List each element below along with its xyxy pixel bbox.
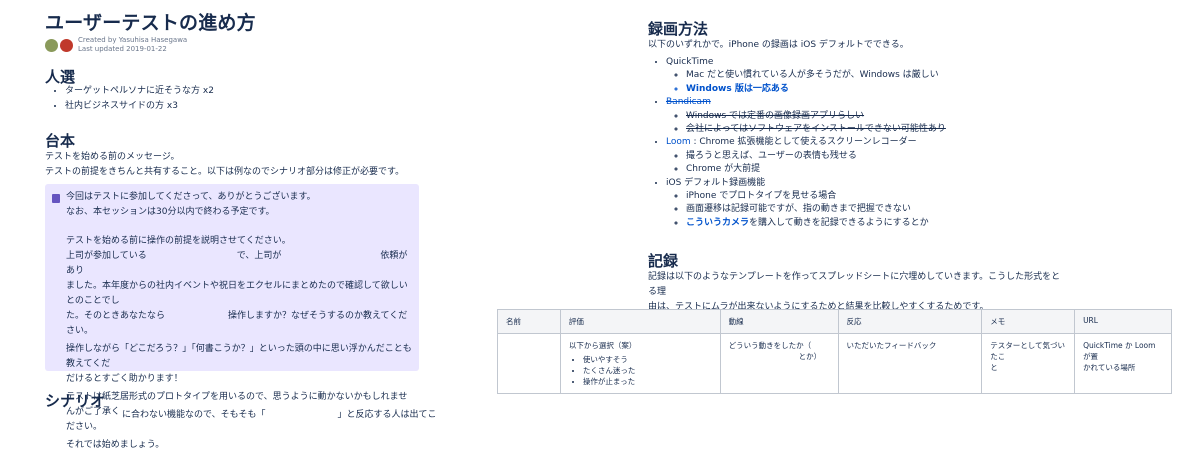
panel-line: なお、本セッションは30分以内で終わる予定です。 [66, 207, 275, 217]
column-header: 反応 [837, 309, 983, 334]
heading-recording: 録画方法 [648, 20, 709, 38]
panel-line: た。そのときあなたなら 操作しますか？なぜそうするのか教えてください。 [66, 311, 408, 336]
link-camera[interactable]: こういうカメラ [686, 218, 749, 228]
list-item: iOS デフォルト録画機能 iPhone でプロトタイプを見せる場合 画面遷移は… [666, 177, 1148, 231]
panel-line: ました。本年度からの社内イベントや祝日をエクセルにまとめたので確認して欲しいとの… [66, 281, 408, 306]
last-updated: Last updated 2019-01-22 [78, 45, 167, 53]
note-icon [52, 194, 60, 203]
list-item: iPhone でプロトタイプを見せる場合 [686, 190, 1148, 203]
column-header: 評価 [559, 309, 721, 334]
recording-intro: 以下のいずれかで。iPhone の録画は iOS デフォルトでできる。 [648, 40, 909, 50]
heading-record: 記録 [648, 252, 679, 270]
text-line: テストの前提をきちんと共有すること。以下は例なのでシナリオ部分は修正が必要です。 [45, 167, 405, 177]
cell-memo: テスターとして気づいたこ と [981, 333, 1076, 394]
rating-option: たくさん迷った [583, 365, 712, 376]
panel-line: 操作しながら「どこだろう？」「何書こうか？」といった頭の中に思い浮かんだことも教… [66, 344, 412, 369]
record-template-table: 名前 評価 動線 反応 メモ URL 以下から選択（案） 使いやすそう たくさん… [497, 309, 1172, 394]
column-header: 名前 [497, 309, 561, 334]
text-line: 記録は以下のようなテンプレートを作ってスプレッドシートに穴埋めしていきます。こう… [648, 272, 1061, 297]
link-bandicam[interactable]: Bandicam [666, 97, 711, 107]
list-item: ターゲットペルソナに近そうな方 x2 [65, 84, 214, 99]
list-item: QuickTime Mac だと使い慣れている人が多そうだが、Windows は… [666, 56, 1148, 96]
panel-line: それでは始めましょう。 [66, 440, 165, 450]
panel-line: 今回はテストに参加してくださって、ありがとうございます。 [66, 192, 316, 202]
avatar[interactable] [45, 38, 58, 52]
list-item: Bandicam Windows では定番の画像録画アプリらしい 会社によっては… [666, 96, 1148, 136]
panel-line: テストを始める前に操作の前提を説明させてください。 [66, 236, 291, 246]
selection-list: ターゲットペルソナに近そうな方 x2 社内ビジネスサイドの方 x3 [45, 84, 214, 114]
text-line: テストを始める前のメッセージ。 [45, 152, 180, 162]
list-item: Windows では定番の画像録画アプリらしい [686, 110, 1148, 123]
rating-option: 使いやすそう [583, 354, 712, 365]
link-loom[interactable]: Loom [666, 137, 691, 147]
column-header: 動線 [719, 309, 839, 334]
list-item: 会社によってはソフトウェアをインストールできない可能性あり [686, 123, 1148, 136]
note-panel: 今回はテストに参加してくださって、ありがとうございます。 なお、本セッションは3… [45, 184, 419, 450]
cell-flow: どういう動きをしたか（ とか） [719, 333, 839, 394]
list-item: Chrome が大前提 [686, 163, 1148, 176]
recording-list: QuickTime Mac だと使い慣れている人が多そうだが、Windows は… [648, 56, 1148, 230]
list-item: Mac だと使い慣れている人が多そうだが、Windows は厳しい [686, 69, 1148, 82]
created-by: Created by Yasuhisa Hasegawa [78, 36, 188, 44]
page-meta: Created by Yasuhisa Hasegawa Last update… [45, 36, 187, 54]
table-row: 以下から選択（案） 使いやすそう たくさん迷った 操作が止まった どういう動きを… [497, 333, 1172, 394]
list-item: 画面遷移は記録可能ですが、指の動きまで把握できない [686, 203, 1148, 216]
avatar[interactable] [60, 38, 73, 52]
column-header: URL [1074, 309, 1172, 334]
heading-scenario: シナリオ [45, 392, 106, 410]
cell-url: QuickTime か Loom が置 かれている場所 [1074, 333, 1172, 394]
script-intro: テストを始める前のメッセージ。 テストの前提をきちんと共有すること。以下は例なの… [45, 150, 425, 180]
link-windows-version[interactable]: Windows 版は一応ある [686, 83, 1148, 96]
list-item: こういうカメラを購入して動きを記録できるようにするとか [686, 217, 1148, 230]
table-header-row: 名前 評価 動線 反応 メモ URL [497, 309, 1172, 334]
panel-line: だけるとすごく助かります！ [66, 374, 183, 384]
list-item: 社内ビジネスサイドの方 x3 [65, 99, 214, 114]
list-item: Loom : Chrome 拡張機能として使えるスクリーンレコーダー 撮ろうと思… [666, 136, 1148, 176]
cell-reaction: いただいたフィードバック [837, 333, 983, 394]
panel-line: 上司が参加している で、上司が 依頼があり [66, 251, 408, 276]
column-header: メモ [981, 309, 1076, 334]
cell-rating: 以下から選択（案） 使いやすそう たくさん迷った 操作が止まった [559, 333, 721, 394]
scenario-text: に合わない機能なので、そもそも「 」と反応する人は出てこ [122, 410, 437, 420]
cell-name [497, 333, 561, 394]
rating-option: 操作が止まった [583, 376, 712, 387]
heading-script: 台本 [45, 132, 76, 150]
list-item: 撮ろうと思えば、ユーザーの表情も残せる [686, 150, 1148, 163]
page-title: ユーザーテストの進め方 [45, 12, 256, 34]
